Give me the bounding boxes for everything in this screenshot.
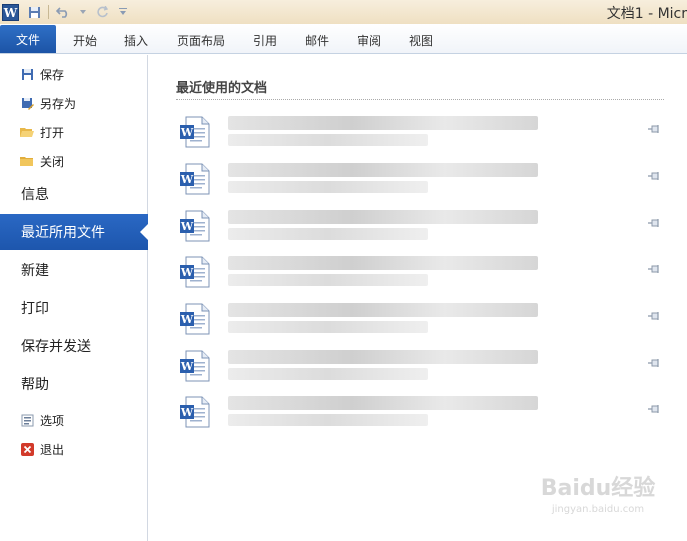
svg-text:W: W bbox=[180, 173, 194, 186]
save-as-label: 另存为 bbox=[40, 96, 77, 111]
pin-icon[interactable] bbox=[648, 218, 662, 231]
tab-file[interactable]: 文件 bbox=[0, 25, 56, 53]
word-document-icon: W bbox=[180, 350, 210, 382]
tab-insert[interactable]: 插入 bbox=[124, 32, 148, 49]
svg-text:W: W bbox=[180, 360, 194, 373]
document-path bbox=[228, 368, 428, 380]
recent-document-item[interactable]: W bbox=[176, 392, 672, 436]
pin-icon[interactable] bbox=[648, 358, 662, 371]
nav-save-send[interactable]: 保存并发送 bbox=[0, 328, 148, 364]
document-name bbox=[228, 350, 538, 364]
nav-info[interactable]: 信息 bbox=[0, 176, 148, 212]
undo-dropdown-icon[interactable] bbox=[74, 3, 92, 21]
word-document-icon: W bbox=[180, 210, 210, 242]
recent-document-item[interactable]: W bbox=[176, 112, 672, 156]
tab-mailings[interactable]: 邮件 bbox=[305, 32, 329, 49]
separator bbox=[48, 5, 49, 19]
pin-icon[interactable] bbox=[648, 311, 662, 324]
document-path bbox=[228, 228, 428, 240]
nav-print[interactable]: 打印 bbox=[0, 290, 148, 326]
svg-text:W: W bbox=[180, 220, 194, 233]
tab-references[interactable]: 引用 bbox=[253, 32, 277, 49]
open-label: 打开 bbox=[40, 125, 65, 140]
redo-icon[interactable] bbox=[94, 3, 112, 21]
divider bbox=[176, 99, 664, 100]
backstage-nav: 保存 另存为 打开 关闭 信息 最近所用文件 新建 打印 保存并发送 帮助 选项… bbox=[0, 55, 148, 541]
nav-help[interactable]: 帮助 bbox=[0, 366, 148, 402]
baidu-jingyan-watermark: Baidu经验 jingyan.baidu.com bbox=[528, 470, 668, 530]
options-command[interactable]: 选项 bbox=[20, 410, 64, 430]
exit-label: 退出 bbox=[40, 442, 65, 457]
pin-icon[interactable] bbox=[648, 404, 662, 417]
tab-view[interactable]: 视图 bbox=[409, 32, 433, 49]
tab-home[interactable]: 开始 bbox=[73, 32, 97, 49]
pin-icon[interactable] bbox=[648, 124, 662, 137]
document-path bbox=[228, 274, 428, 286]
recent-document-item[interactable]: W bbox=[176, 299, 672, 343]
word-app-icon[interactable]: W bbox=[2, 3, 19, 21]
watermark-url: jingyan.baidu.com bbox=[551, 504, 645, 515]
word-document-icon: W bbox=[180, 256, 210, 288]
svg-text:W: W bbox=[180, 266, 194, 279]
svg-text:W: W bbox=[180, 313, 194, 326]
exit-command[interactable]: 退出 bbox=[20, 439, 64, 459]
recent-document-item[interactable]: W bbox=[176, 346, 672, 390]
document-path bbox=[228, 414, 428, 426]
svg-text:W: W bbox=[180, 126, 194, 139]
recent-documents-panel: 最近使用的文档 W W W W W W W bbox=[149, 55, 687, 541]
document-name bbox=[228, 163, 538, 177]
exit-icon bbox=[20, 442, 34, 456]
document-path bbox=[228, 134, 428, 146]
quick-access-toolbar bbox=[25, 3, 132, 21]
document-name bbox=[228, 396, 538, 410]
word-document-icon: W bbox=[180, 396, 210, 428]
document-name bbox=[228, 116, 538, 130]
recent-document-item[interactable]: W bbox=[176, 206, 672, 250]
close-label: 关闭 bbox=[40, 154, 65, 169]
customize-qat-icon[interactable] bbox=[114, 3, 132, 21]
window-title: 文档1 - Micr bbox=[606, 6, 687, 22]
save-as-command[interactable]: 另存为 bbox=[20, 93, 76, 113]
save-as-icon bbox=[20, 96, 34, 110]
document-path bbox=[228, 321, 428, 333]
watermark-logo: Baidu经验 bbox=[540, 476, 656, 501]
save-command[interactable]: 保存 bbox=[20, 64, 64, 84]
svg-text:W: W bbox=[180, 406, 194, 419]
pin-icon[interactable] bbox=[648, 264, 662, 277]
recent-document-item[interactable]: W bbox=[176, 159, 672, 203]
options-label: 选项 bbox=[40, 413, 65, 428]
save-label: 保存 bbox=[40, 67, 65, 82]
document-path bbox=[228, 181, 428, 193]
undo-icon[interactable] bbox=[54, 3, 72, 21]
word-document-icon: W bbox=[180, 116, 210, 148]
tab-review[interactable]: 审阅 bbox=[357, 32, 381, 49]
document-name bbox=[228, 210, 538, 224]
folder-close-icon bbox=[20, 154, 34, 168]
recent-documents-title: 最近使用的文档 bbox=[176, 81, 268, 96]
nav-recent[interactable]: 最近所用文件 bbox=[0, 214, 148, 250]
open-command[interactable]: 打开 bbox=[20, 122, 64, 142]
close-command[interactable]: 关闭 bbox=[20, 151, 64, 171]
pin-icon[interactable] bbox=[648, 171, 662, 184]
title-bar: W 文档1 - Micr bbox=[0, 0, 687, 24]
save-icon[interactable] bbox=[25, 3, 43, 21]
document-name bbox=[228, 256, 538, 270]
ribbon-tab-bar: 文件 开始 插入 页面布局 引用 邮件 审阅 视图 bbox=[0, 24, 687, 54]
options-icon bbox=[20, 413, 34, 427]
folder-open-icon bbox=[20, 125, 34, 139]
word-document-icon: W bbox=[180, 163, 210, 195]
tab-page-layout[interactable]: 页面布局 bbox=[177, 32, 225, 49]
document-name bbox=[228, 303, 538, 317]
word-document-icon: W bbox=[180, 303, 210, 335]
save-icon bbox=[20, 67, 34, 81]
recent-document-item[interactable]: W bbox=[176, 252, 672, 296]
nav-new[interactable]: 新建 bbox=[0, 252, 148, 288]
